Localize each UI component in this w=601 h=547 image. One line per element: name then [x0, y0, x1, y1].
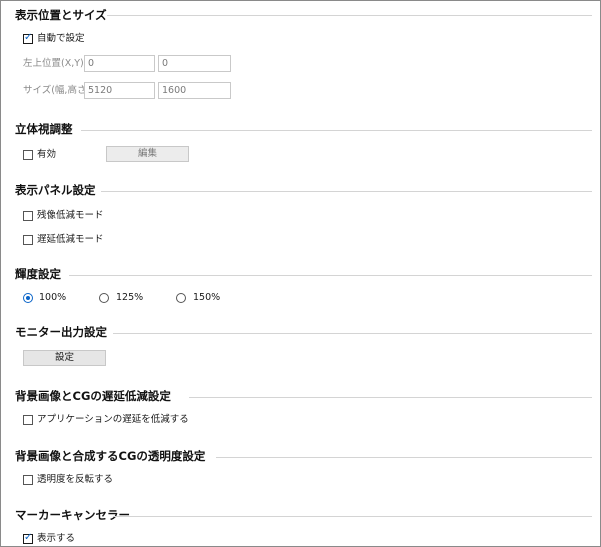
section-divider — [107, 15, 592, 16]
top-left-label: 左上位置(X,Y) — [23, 58, 84, 69]
section-title-marker-canceller: マーカーキャンセラー — [15, 508, 130, 522]
brightness-radio-125[interactable] — [99, 293, 109, 303]
monitor-settings-button[interactable]: 設定 — [23, 350, 106, 366]
width-field[interactable]: 5120 — [84, 82, 155, 99]
radio-dot — [26, 296, 30, 300]
section-divider — [101, 191, 592, 192]
section-divider — [216, 457, 592, 458]
brightness-label-100: 100% — [39, 292, 67, 303]
size-label: サイズ(幅,高さ) — [23, 85, 91, 96]
section-divider — [189, 397, 592, 398]
stereo-enabled-checkbox[interactable] — [23, 150, 33, 160]
auto-setting-label: 自動で設定 — [37, 33, 85, 44]
stereo-edit-button[interactable]: 編集 — [106, 146, 189, 162]
section-divider — [113, 333, 592, 334]
afterimage-reduction-checkbox[interactable] — [23, 211, 33, 221]
reduce-app-latency-label: アプリケーションの遅延を低減する — [37, 414, 189, 425]
afterimage-reduction-label: 残像低減モード — [37, 210, 104, 221]
brightness-label-125: 125% — [116, 292, 144, 303]
section-title-brightness: 輝度設定 — [15, 267, 61, 281]
latency-reduction-checkbox[interactable] — [23, 235, 33, 245]
section-title-bg-cg-latency: 背景画像とCGの遅延低減設定 — [15, 389, 171, 403]
marker-show-label: 表示する — [37, 533, 76, 544]
section-title-stereo: 立体視調整 — [15, 122, 73, 136]
latency-reduction-label: 遅延低減モード — [37, 234, 104, 245]
section-divider — [81, 130, 592, 131]
invert-transparency-label: 透明度を反転する — [37, 474, 114, 485]
brightness-label-150: 150% — [193, 292, 221, 303]
section-title-bg-cg-transparency: 背景画像と合成するCGの透明度設定 — [15, 449, 206, 463]
section-title-display-panel: 表示パネル設定 — [15, 183, 96, 197]
position-x-field[interactable]: 0 — [84, 55, 155, 72]
reduce-app-latency-checkbox[interactable] — [23, 415, 33, 425]
section-divider — [113, 516, 592, 517]
auto-setting-checkbox[interactable]: ✓ — [23, 32, 33, 44]
section-title-display-position: 表示位置とサイズ — [15, 8, 107, 22]
checkmark-icon: ✓ — [24, 32, 33, 43]
brightness-radio-100[interactable] — [23, 293, 33, 303]
stereo-enabled-label: 有効 — [37, 149, 57, 160]
marker-show-checkbox[interactable]: ✓ — [23, 532, 33, 544]
section-title-monitor-output: モニター出力設定 — [15, 325, 107, 339]
section-divider — [69, 275, 592, 276]
position-y-field[interactable]: 0 — [158, 55, 231, 72]
checkmark-icon: ✓ — [24, 532, 33, 543]
invert-transparency-checkbox[interactable] — [23, 475, 33, 485]
settings-panel: 表示位置とサイズ ✓ 自動で設定 左上位置(X,Y) 0 0 サイズ(幅,高さ)… — [0, 0, 601, 547]
brightness-radio-150[interactable] — [176, 293, 186, 303]
height-field[interactable]: 1600 — [158, 82, 231, 99]
